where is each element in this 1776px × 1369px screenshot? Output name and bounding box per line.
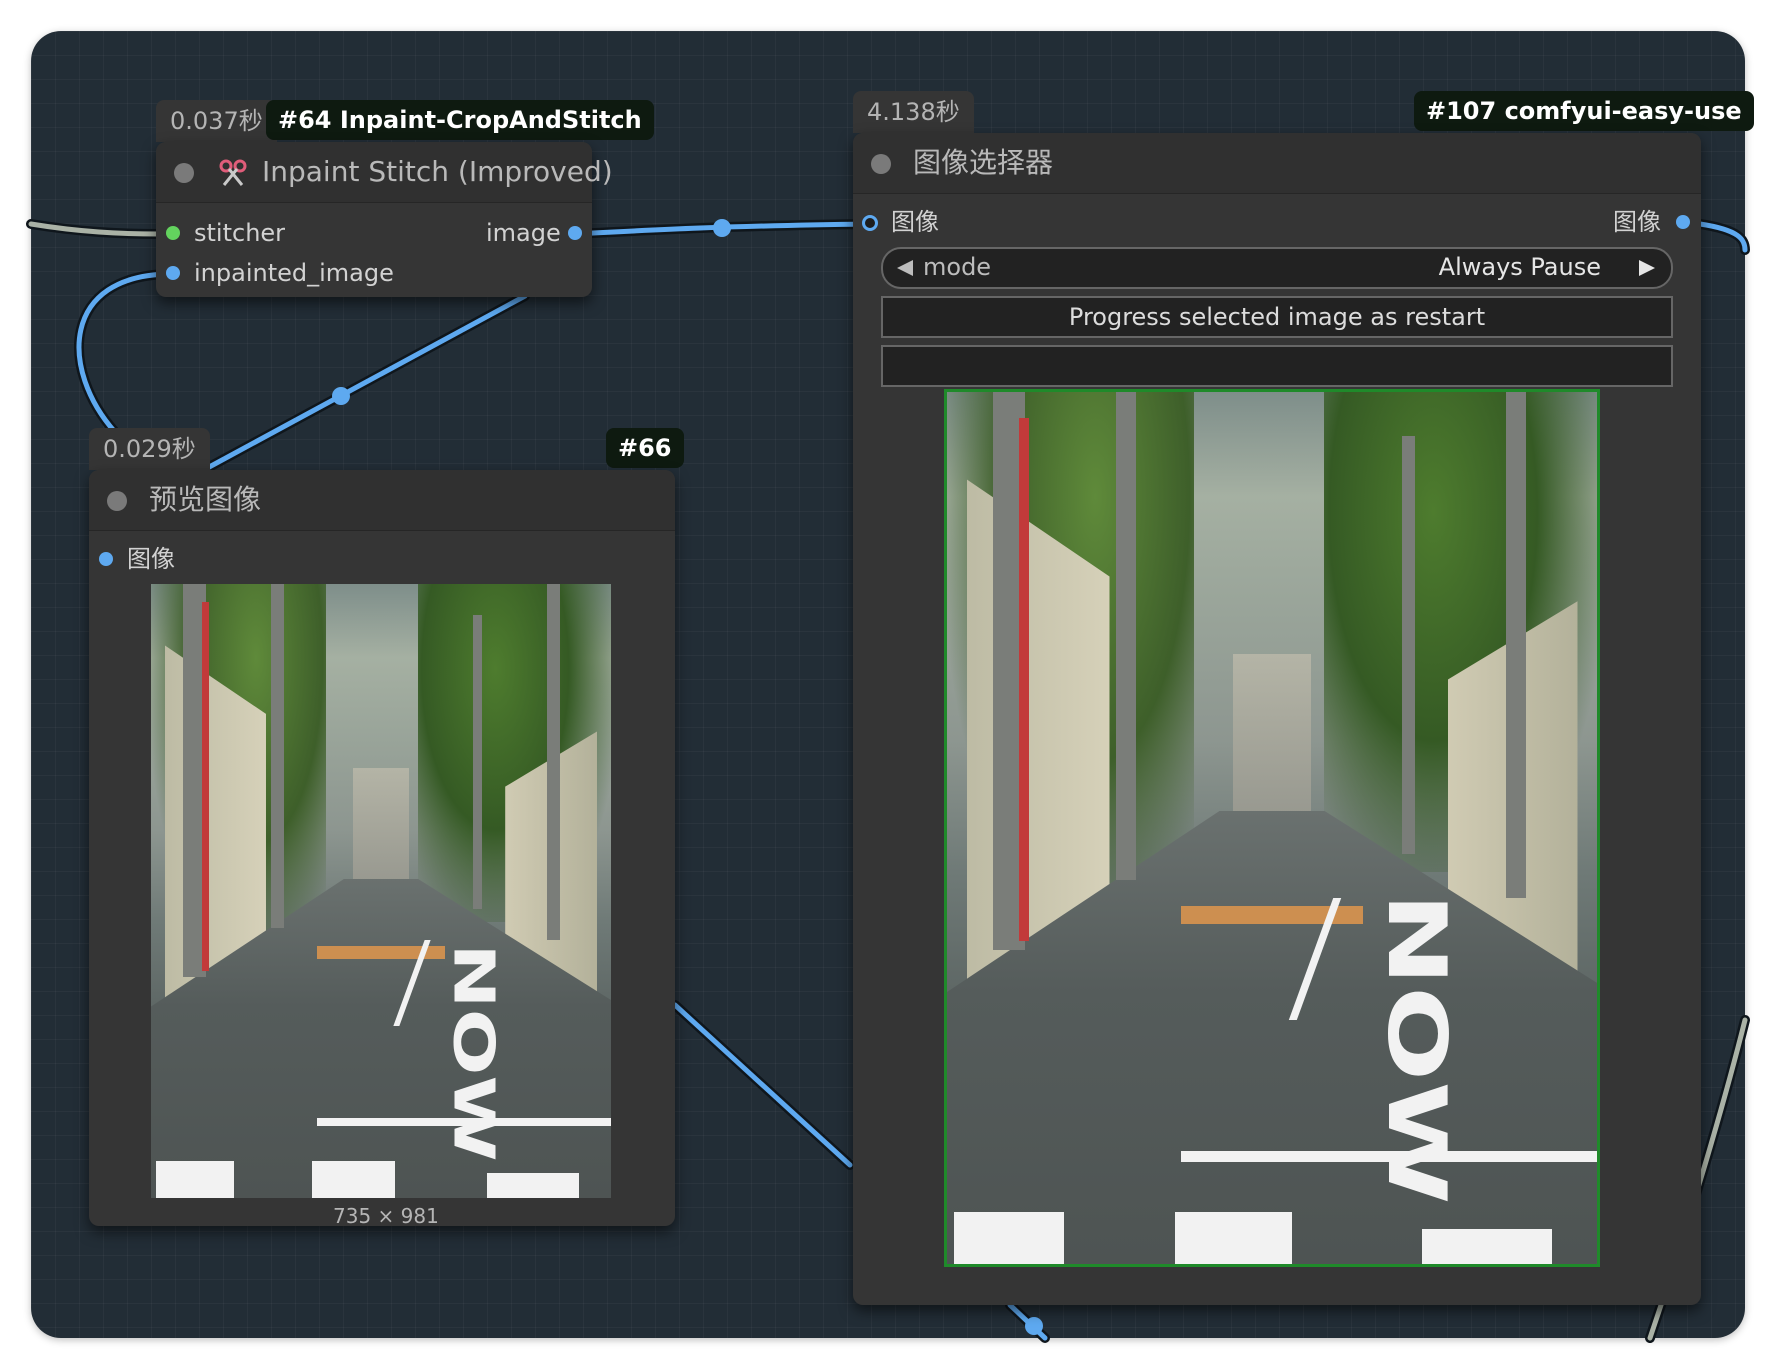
input-slot-stitcher[interactable] (166, 226, 180, 240)
node-inpaint-stitch[interactable]: Inpaint Stitch (Improved) stitcher image… (156, 142, 613, 297)
mode-combo-widget[interactable]: mode Always Pause (881, 247, 1673, 289)
node-preview-image[interactable]: 预览图像 图像 NOW 735 × 981 (89, 470, 675, 1228)
arrow-right-icon[interactable] (1637, 258, 1657, 278)
output-label-image: image (486, 219, 561, 247)
input-slot-image[interactable] (99, 552, 113, 566)
input-label-inpainted-image: inpainted_image (194, 259, 394, 287)
node-id-badge: #64 Inpaint-CropAndStitch (266, 100, 654, 140)
node-id-badge: #66 (606, 428, 684, 468)
mode-label: mode (923, 253, 992, 281)
input-label-image: 图像 (127, 545, 175, 573)
execution-time-label: 4.138秒 (853, 91, 974, 133)
image-dimensions: 735 × 981 (333, 1204, 439, 1228)
progress-selected-button[interactable]: Progress selected image as restart (881, 296, 1673, 338)
node-id-badge: #107 comfyui-easy-use (1414, 91, 1754, 131)
node-title-bar[interactable]: 图像选择器 (853, 133, 1701, 194)
selectable-image[interactable]: NOW (944, 389, 1600, 1267)
arrow-left-icon[interactable] (895, 258, 915, 278)
preview-image[interactable]: NOW (151, 584, 611, 1198)
text-widget[interactable] (881, 345, 1673, 387)
output-slot-image[interactable] (1676, 215, 1690, 229)
collapse-toggle-icon[interactable] (871, 154, 891, 174)
node-title: 预览图像 (149, 483, 262, 516)
node-title-bar[interactable]: 预览图像 (89, 470, 675, 531)
input-slot-inpainted-image[interactable] (166, 266, 180, 280)
mode-value: Always Pause (1438, 253, 1601, 281)
collapse-toggle-icon[interactable] (174, 163, 194, 183)
input-label-stitcher: stitcher (194, 219, 286, 247)
execution-time-label: 0.029秒 (89, 428, 210, 470)
output-slot-image[interactable] (568, 226, 582, 240)
input-slot-image[interactable] (862, 215, 878, 231)
node-title: 图像选择器 (913, 146, 1054, 179)
collapse-toggle-icon[interactable] (107, 491, 127, 511)
node-image-chooser[interactable]: 图像选择器 图像 图像 mode Always Pause Progress s… (853, 133, 1701, 1305)
execution-time-label: 0.037秒 (156, 100, 277, 142)
scissors-icon (219, 159, 247, 186)
input-label-image: 图像 (891, 208, 939, 236)
node-title-bar[interactable]: Inpaint Stitch (Improved) (156, 142, 613, 203)
output-label-image: 图像 (1613, 208, 1661, 236)
node-title: Inpaint Stitch (Improved) (262, 155, 613, 188)
